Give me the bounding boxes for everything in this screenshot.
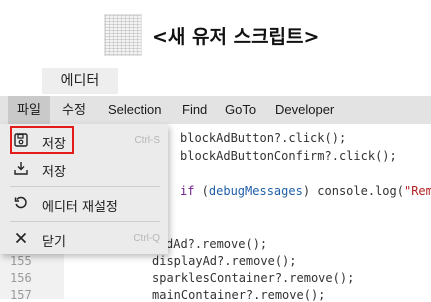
shortcut-label: Ctrl-S bbox=[134, 135, 160, 146]
menu-item-label: 저장 bbox=[42, 165, 66, 180]
script-title: <새 유저 스크립트> bbox=[152, 26, 320, 48]
line-number: 156 bbox=[10, 271, 32, 285]
code-keyword: if bbox=[180, 184, 195, 198]
menu-find[interactable]: Find bbox=[182, 96, 207, 124]
menu-item-close[interactable]: 닫기 Ctrl-Q bbox=[0, 226, 168, 252]
code-text: ( bbox=[194, 184, 209, 198]
code-line: blockAdButtonConfirm?.click(); bbox=[180, 149, 397, 163]
menu-selection[interactable]: Selection bbox=[108, 96, 161, 124]
menu-separator bbox=[10, 186, 160, 187]
code-line: sparklesContainer?.remove(); bbox=[152, 271, 355, 285]
shortcut-label: Ctrl-Q bbox=[133, 233, 160, 244]
close-icon bbox=[12, 230, 30, 248]
code-string: "Remo bbox=[403, 184, 431, 198]
menu-item-label: 에디터 재설정 bbox=[42, 200, 118, 215]
menu-item-save-as[interactable]: 저장 bbox=[0, 156, 168, 182]
menu-goto[interactable]: GoTo bbox=[225, 96, 256, 124]
menu-item-reset-editor[interactable]: 에디터 재설정 bbox=[0, 191, 168, 217]
menu-separator bbox=[10, 221, 160, 222]
line-number: 155 bbox=[10, 254, 32, 268]
code-variable: debugMessages bbox=[208, 184, 303, 198]
tab-editor[interactable]: 에디터 bbox=[42, 68, 118, 94]
menu-developer[interactable]: Developer bbox=[275, 96, 334, 124]
code-line: if (debugMessages) console.log("Remo bbox=[180, 184, 431, 198]
menu-file[interactable]: 파일 bbox=[8, 96, 50, 124]
reset-icon bbox=[12, 195, 30, 213]
code-text: ) console.log( bbox=[302, 184, 404, 198]
code-line: mainContainer?.remove(); bbox=[152, 288, 326, 302]
code-line: displayAd?.remove(); bbox=[152, 254, 297, 268]
menu-item-label: 닫기 bbox=[42, 235, 66, 250]
code-line: blockAdButton?.click(); bbox=[180, 131, 347, 145]
save-download-icon bbox=[12, 160, 30, 178]
highlight-box bbox=[10, 126, 74, 154]
line-number: 157 bbox=[10, 288, 32, 302]
script-icon bbox=[104, 14, 142, 56]
code-line: dAd?.remove(); bbox=[166, 237, 268, 251]
menu-edit[interactable]: 수정 bbox=[62, 96, 86, 124]
